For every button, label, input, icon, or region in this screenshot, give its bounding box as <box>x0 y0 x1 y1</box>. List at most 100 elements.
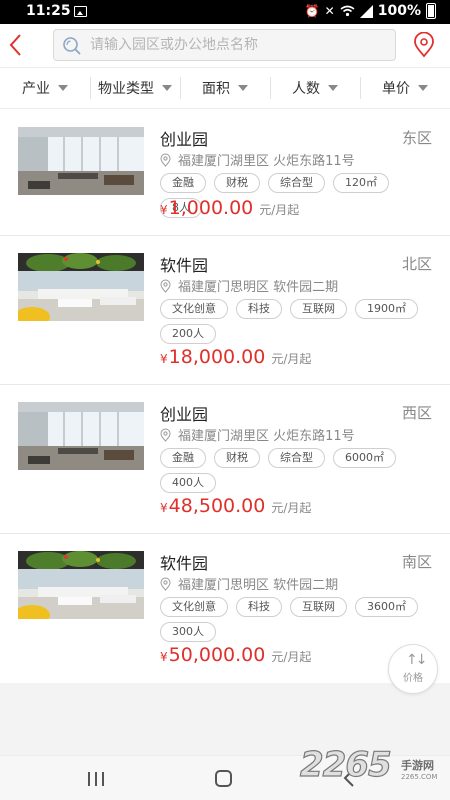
tag: 财税 <box>214 448 260 468</box>
location-pin-icon <box>160 428 171 442</box>
status-indicators: ⏰ ✕ 100% <box>305 3 436 19</box>
listing-district: 北区 <box>401 255 432 273</box>
tag: 互联网 <box>290 299 347 319</box>
filter-bar: 产业 物业类型 面积 人数 单价 <box>0 67 450 109</box>
listing-list: 创业园 东区 福建厦门湖里区 火炬东路11号 金融 财税 综合型 120㎡ 8人… <box>0 110 450 683</box>
price-row: ¥ 18,000.00 元/月起 <box>160 346 311 368</box>
listing-card[interactable]: 创业园 东区 福建厦门湖里区 火炬东路11号 金融 财税 综合型 120㎡ 8人… <box>0 110 450 236</box>
address-text: 福建厦门思明区 软件园二期 <box>178 578 339 593</box>
filter-label: 人数 <box>292 81 320 97</box>
battery-icon <box>426 3 436 19</box>
filter-unit-price[interactable]: 单价 <box>360 68 450 108</box>
tag: 300人 <box>160 622 216 642</box>
currency-symbol: ¥ <box>160 650 168 664</box>
tag-list: 文化创意 科技 互联网 3600㎡ 300人 <box>160 597 435 642</box>
tag: 文化创意 <box>160 597 228 617</box>
tag: 科技 <box>236 597 282 617</box>
location-pin-icon <box>160 279 171 293</box>
gallery-icon <box>74 6 87 17</box>
listing-address: 福建厦门湖里区 火炬东路11号 <box>160 425 355 444</box>
price-unit: 元/月起 <box>271 352 312 366</box>
location-pin-icon <box>160 153 171 167</box>
caret-down-icon <box>238 85 248 91</box>
recent-apps-icon[interactable] <box>88 772 106 786</box>
search-header <box>0 24 450 67</box>
tag: 400人 <box>160 473 216 493</box>
wifi-icon <box>340 5 355 17</box>
tag: 文化创意 <box>160 299 228 319</box>
home-icon[interactable] <box>215 770 232 787</box>
price-unit: 元/月起 <box>259 203 300 217</box>
mute-icon: ✕ <box>324 4 335 18</box>
back-arrow-icon[interactable] <box>6 32 26 58</box>
listing-title: 创业园 <box>160 405 209 424</box>
address-text: 福建厦门湖里区 火炬东路11号 <box>178 429 355 444</box>
tag-list: 金融 财税 综合型 6000㎡ 400人 <box>160 448 435 493</box>
watermark-url: 2265.COM <box>401 773 438 781</box>
tag: 1900㎡ <box>355 299 418 319</box>
caret-down-icon <box>162 85 172 91</box>
listing-title: 软件园 <box>160 256 209 275</box>
listing-address: 福建厦门思明区 软件园二期 <box>160 276 338 295</box>
status-time: 11:25 <box>26 3 71 19</box>
alarm-icon: ⏰ <box>304 4 320 18</box>
location-pin-icon[interactable] <box>412 32 436 58</box>
tag: 金融 <box>160 173 206 193</box>
currency-symbol: ¥ <box>160 352 168 366</box>
signal-icon <box>359 4 373 18</box>
office-photo <box>18 402 144 470</box>
watermark-text: 手游网 <box>401 759 434 772</box>
sort-label: 价格 <box>403 673 423 684</box>
sort-by-price-button[interactable]: ↑↓ 价格 <box>388 644 438 694</box>
tag: 6000㎡ <box>333 448 396 468</box>
price-unit: 元/月起 <box>271 501 312 515</box>
office-photo <box>18 551 144 619</box>
filter-label: 单价 <box>382 81 410 97</box>
price-value: 50,000.00 <box>168 644 266 666</box>
sort-arrows-icon: ↑↓ <box>406 652 428 668</box>
filter-industry[interactable]: 产业 <box>0 68 90 108</box>
listing-district: 东区 <box>401 129 432 147</box>
price-row: ¥ 1,000.00 元/月起 <box>160 197 299 219</box>
search-input[interactable] <box>90 30 390 60</box>
search-box[interactable] <box>53 29 396 61</box>
price-row: ¥ 50,000.00 元/月起 <box>160 644 311 666</box>
listing-title: 创业园 <box>160 130 209 149</box>
tag: 综合型 <box>268 173 325 193</box>
filter-property-type[interactable]: 物业类型 <box>90 68 180 108</box>
currency-symbol: ¥ <box>160 501 168 515</box>
price-value: 1,000.00 <box>168 197 254 219</box>
tag: 科技 <box>236 299 282 319</box>
currency-symbol: ¥ <box>160 203 168 217</box>
search-icon <box>63 37 81 55</box>
caret-down-icon <box>328 85 338 91</box>
location-pin-icon <box>160 577 171 591</box>
listing-address: 福建厦门思明区 软件园二期 <box>160 574 338 593</box>
office-photo <box>18 127 144 195</box>
filter-label: 面积 <box>202 81 230 97</box>
price-value: 48,500.00 <box>168 495 266 517</box>
caret-down-icon <box>58 85 68 91</box>
status-bar: 11:25 ⏰ ✕ 100% <box>0 0 450 24</box>
caret-down-icon <box>418 85 428 91</box>
filter-area[interactable]: 面积 <box>180 68 270 108</box>
listing-card[interactable]: 创业园 西区 福建厦门湖里区 火炬东路11号 金融 财税 综合型 6000㎡ 4… <box>0 385 450 534</box>
listing-card[interactable]: 软件园 南区 福建厦门思明区 软件园二期 文化创意 科技 互联网 3600㎡ 3… <box>0 534 450 683</box>
filter-label: 产业 <box>22 81 50 97</box>
address-text: 福建厦门思明区 软件园二期 <box>178 280 339 295</box>
price-row: ¥ 48,500.00 元/月起 <box>160 495 311 517</box>
listing-title: 软件园 <box>160 554 209 573</box>
listing-address: 福建厦门湖里区 火炬东路11号 <box>160 150 355 169</box>
tag: 金融 <box>160 448 206 468</box>
listing-card[interactable]: 软件园 北区 福建厦门思明区 软件园二期 文化创意 科技 互联网 1900㎡ 2… <box>0 236 450 385</box>
tag: 200人 <box>160 324 216 344</box>
tag: 互联网 <box>290 597 347 617</box>
price-value: 18,000.00 <box>168 346 266 368</box>
tag: 3600㎡ <box>355 597 418 617</box>
tag: 财税 <box>214 173 260 193</box>
price-unit: 元/月起 <box>271 650 312 664</box>
filter-headcount[interactable]: 人数 <box>270 68 360 108</box>
tag: 120㎡ <box>333 173 389 193</box>
battery-percent: 100% <box>377 3 421 19</box>
filter-label: 物业类型 <box>98 81 154 97</box>
